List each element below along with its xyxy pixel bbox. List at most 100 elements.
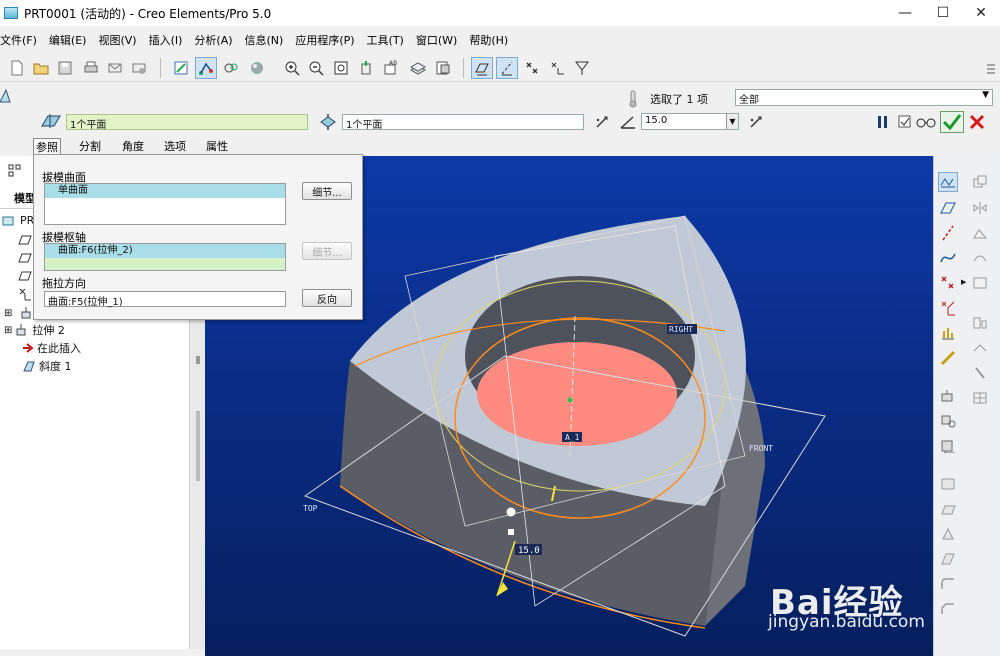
draft-surfaces-list[interactable]: 单曲面: [44, 183, 286, 225]
menu-insert[interactable]: 插入(I): [143, 32, 189, 48]
menu-view[interactable]: 视图(V): [92, 32, 142, 48]
orient-mode-icon[interactable]: [220, 57, 242, 79]
spin-center-icon[interactable]: [195, 57, 217, 79]
tab-properties[interactable]: 属性: [206, 138, 228, 154]
draft-surface-collector[interactable]: 1个平面: [66, 114, 308, 130]
send-mail-icon[interactable]: [104, 57, 126, 79]
menu-edit[interactable]: 编辑(E): [43, 32, 93, 48]
svg-text:AB: AB: [389, 60, 397, 67]
preview-checkbox-icon[interactable]: [898, 115, 912, 132]
shading-sphere-icon[interactable]: [246, 57, 268, 79]
glasses-icon[interactable]: [916, 116, 936, 131]
reorient-icon[interactable]: [355, 57, 377, 79]
intersect-tool-icon[interactable]: [970, 388, 990, 408]
draft-tool-icon[interactable]: [938, 549, 958, 569]
mirror-tool-icon[interactable]: [970, 198, 990, 218]
layers-icon[interactable]: [407, 57, 429, 79]
draft-hinge-details-button[interactable]: 细节...: [302, 242, 352, 260]
coordinate-systems-toggle-icon[interactable]: [546, 57, 568, 79]
chamfer-tool-icon[interactable]: [938, 599, 958, 619]
tab-split[interactable]: 分割: [79, 138, 101, 154]
datum-plane-tool-icon[interactable]: [938, 198, 958, 218]
tree-item-extrude-2[interactable]: ⊞ 拉伸 2: [4, 322, 65, 338]
tree-item-insert-here[interactable]: 在此插入: [22, 340, 81, 356]
menu-analysis[interactable]: 分析(A): [188, 32, 238, 48]
pull-direction-field[interactable]: 曲面:F5(拉伸_1): [44, 291, 286, 308]
trim-tool-icon[interactable]: [970, 248, 990, 268]
draft-hinge-list[interactable]: 曲面:F6(拉伸_2): [44, 243, 286, 271]
saved-views-icon[interactable]: AB: [380, 57, 402, 79]
flip-direction-button[interactable]: 反向: [302, 289, 352, 307]
coordinate-system-tool-icon[interactable]: [938, 298, 958, 318]
view-manager-icon[interactable]: [432, 57, 454, 79]
offset-tool-icon[interactable]: [970, 338, 990, 358]
round-tool-icon[interactable]: [938, 574, 958, 594]
new-file-icon[interactable]: [6, 57, 28, 79]
datum-point-tool-icon[interactable]: [938, 273, 958, 293]
tab-angles[interactable]: 角度: [122, 138, 144, 154]
drag-handle[interactable]: [506, 507, 516, 517]
flip-direction-icon[interactable]: [594, 114, 610, 133]
menu-tools[interactable]: 工具(T): [361, 32, 410, 48]
angle-label[interactable]: 15.0: [518, 546, 540, 556]
datum-curve-tool-icon[interactable]: [938, 248, 958, 268]
cancel-x-icon[interactable]: [968, 113, 986, 134]
draft-hinge-item[interactable]: 曲面:F6(拉伸_2): [45, 244, 285, 258]
flip-angle-icon[interactable]: [748, 114, 764, 133]
flyout-arrow-icon[interactable]: ▶: [961, 278, 966, 286]
close-window-button[interactable]: ✕: [962, 0, 1000, 26]
solidify-tool-icon[interactable]: [970, 313, 990, 333]
print-icon[interactable]: [80, 57, 102, 79]
zoom-in-icon[interactable]: [281, 57, 303, 79]
menu-window[interactable]: 窗口(W): [410, 32, 463, 48]
datum-planes-toggle-icon[interactable]: [471, 57, 493, 79]
expand-icon[interactable]: ⊞: [4, 308, 12, 319]
menu-help[interactable]: 帮助(H): [463, 32, 514, 48]
maximize-button[interactable]: ☐: [924, 0, 962, 26]
draft-surface-item[interactable]: 单曲面: [45, 184, 285, 198]
sweep-tool-icon[interactable]: [938, 436, 958, 456]
menu-applications[interactable]: 应用程序(P): [289, 32, 360, 48]
menu-info[interactable]: 信息(N): [239, 32, 290, 48]
draft-surfaces-details-button[interactable]: 细节...: [302, 182, 352, 200]
angle-dropdown-icon[interactable]: ▼: [726, 114, 738, 129]
repaint-icon[interactable]: [170, 57, 192, 79]
angle-input[interactable]: 15.0 ▼: [641, 113, 739, 130]
extrude-tool-icon[interactable]: [938, 386, 958, 406]
chain-tool-icon[interactable]: [938, 348, 958, 368]
splitter-handle[interactable]: [196, 411, 200, 481]
tree-item-draft-1[interactable]: 斜度 1: [22, 358, 72, 374]
ok-checkmark-icon[interactable]: [940, 111, 964, 133]
datum-axes-toggle-icon[interactable]: [496, 57, 518, 79]
tree-root[interactable]: PR: [2, 214, 34, 227]
filter-select[interactable]: 全部 ▼: [735, 89, 993, 106]
minimize-button[interactable]: —: [886, 0, 924, 26]
analysis-feature-icon[interactable]: [938, 323, 958, 343]
menu-file[interactable]: 文件(F): [0, 32, 43, 48]
angle-handle[interactable]: [508, 529, 514, 535]
pause-icon[interactable]: [876, 115, 890, 132]
tree-settings-icon[interactable]: [8, 164, 22, 181]
open-folder-icon[interactable]: [30, 57, 52, 79]
mail-attach-icon[interactable]: [128, 57, 150, 79]
revolve-tool-icon[interactable]: [938, 411, 958, 431]
hole-tool-icon[interactable]: [938, 474, 958, 494]
save-icon[interactable]: [54, 57, 76, 79]
hinge-collector[interactable]: 1个平面: [342, 114, 584, 130]
merge-tool-icon[interactable]: [970, 223, 990, 243]
tab-options[interactable]: 选项: [164, 138, 186, 154]
copy-tool-icon[interactable]: [970, 172, 990, 192]
pattern-tool-icon[interactable]: [970, 273, 990, 293]
coordinate-system-icon: [18, 287, 32, 304]
refit-icon[interactable]: [330, 57, 352, 79]
zoom-out-icon[interactable]: [305, 57, 327, 79]
sketch-tool-icon[interactable]: [938, 172, 958, 192]
datum-points-toggle-icon[interactable]: [521, 57, 543, 79]
toolbar-overflow-icon[interactable]: [984, 58, 998, 80]
datum-axis-tool-icon[interactable]: [938, 223, 958, 243]
shell-tool-icon[interactable]: [938, 499, 958, 519]
annotation-toggle-icon[interactable]: [571, 57, 593, 79]
rib-tool-icon[interactable]: [938, 524, 958, 544]
expand-icon[interactable]: ⊞: [4, 325, 12, 336]
thicken-tool-icon[interactable]: [970, 363, 990, 383]
